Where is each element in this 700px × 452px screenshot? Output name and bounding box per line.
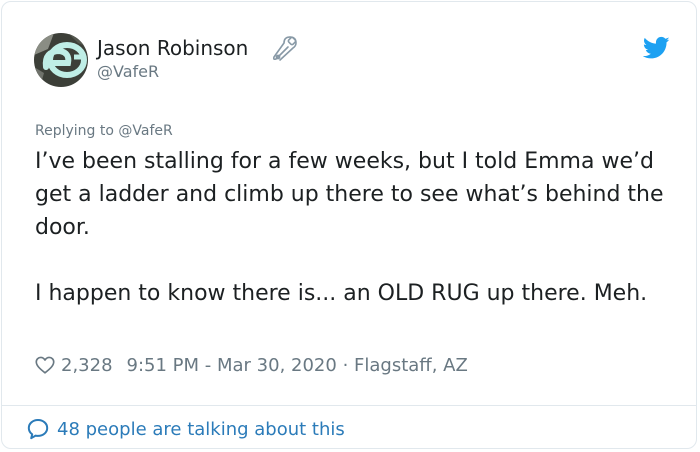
tweet-paragraph: I happen to know there is... an OLD RUG … [35,281,648,306]
location[interactable]: Flagstaff, AZ [354,355,468,376]
heart-icon[interactable] [34,354,56,376]
avatar[interactable] [34,33,88,87]
reply-context[interactable]: Replying to @VafeR [35,121,173,141]
author-name[interactable]: Jason Robinson [97,35,248,61]
divider [2,405,696,406]
safety-pin-icon [272,36,297,61]
speech-bubble-icon [27,419,49,440]
like-count[interactable]: 2,328 [61,355,113,376]
twitter-bird-icon[interactable] [643,34,670,61]
meta-separator: · [336,354,355,376]
talking-link[interactable]: 48 people are talking about this [26,415,345,443]
timestamp[interactable]: 9:51 PM - Mar 30, 2020 [127,355,337,376]
tweet-meta: 2,328 9:51 PM - Mar 30, 2020 · Flagstaff… [34,352,468,378]
tweet-paragraph: I’ve been stalling for a few weeks, but … [35,149,664,240]
tweet-card: Jason Robinson @VafeR Replying to @VafeR… [1,1,697,449]
avatar-logo-icon [34,33,88,87]
author-handle[interactable]: @VafeR [97,62,159,82]
tweet-text: I’ve been stalling for a few weeks, but … [35,145,675,310]
talking-label: 48 people are talking about this [57,418,345,440]
